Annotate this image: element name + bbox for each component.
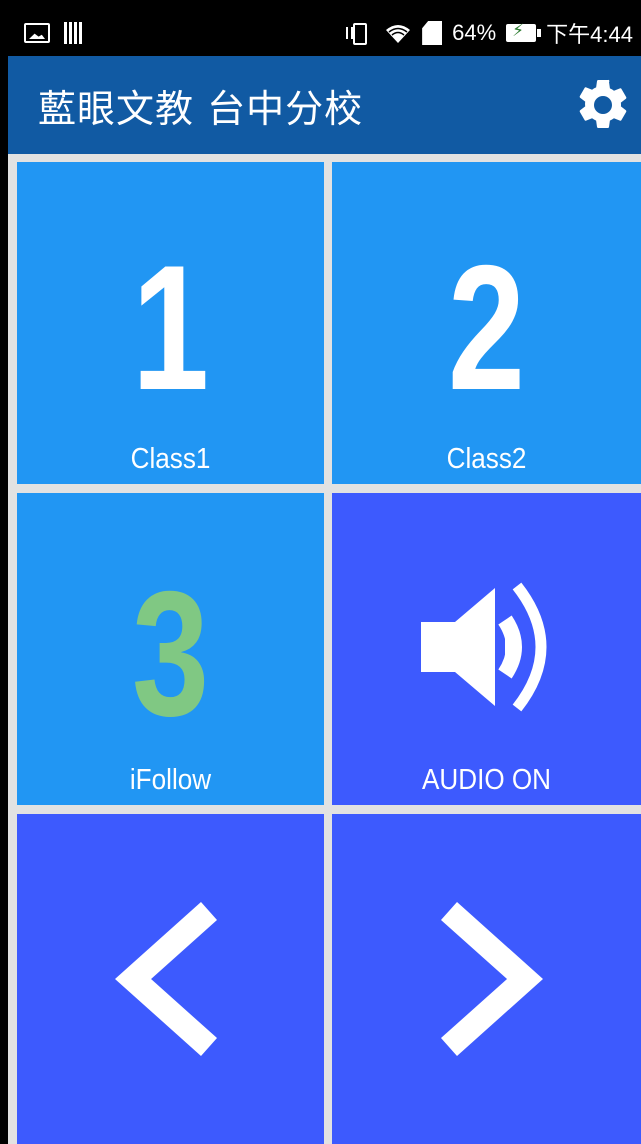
- tile-class1[interactable]: 1 Class1: [17, 162, 324, 484]
- app-bar: 藍眼文教 台中分校: [8, 56, 641, 154]
- screen: 64% 下午4:44 藍眼文教 台中分校 1 Class1 2 Class2 3…: [0, 0, 641, 1144]
- tile-previous[interactable]: [17, 814, 324, 1144]
- app-title: 藍眼文教 台中分校: [38, 86, 364, 131]
- chevron-left-icon: [114, 902, 217, 1056]
- tile-number: 2: [447, 228, 526, 427]
- sd-card-icon: [422, 21, 443, 45]
- tile-number: 3: [131, 554, 210, 753]
- tile-grid: 1 Class1 2 Class2 3 iFollow AUDIO ON: [8, 154, 641, 1144]
- image-icon: [24, 23, 50, 43]
- battery-charging-icon: [506, 21, 542, 42]
- tile-next[interactable]: [332, 814, 641, 1144]
- tile-class2[interactable]: 2 Class2: [332, 162, 641, 484]
- tile-label: Class2: [446, 443, 527, 475]
- speaker-volume-icon: [420, 582, 546, 712]
- tile-number: 1: [131, 228, 210, 427]
- tile-label: AUDIO ON: [421, 764, 552, 796]
- clock: 下午4:44: [546, 22, 633, 47]
- tile-label: iFollow: [129, 764, 212, 796]
- battery-percent: 64%: [452, 20, 497, 45]
- status-bar: 64% 下午4:44: [8, 10, 641, 56]
- chevron-right-icon: [440, 902, 543, 1056]
- tile-ifollow[interactable]: 3 iFollow: [17, 493, 324, 805]
- vibrate-icon: [344, 22, 374, 45]
- barcode-icon: [64, 22, 84, 44]
- tile-label: Class1: [130, 443, 211, 475]
- tile-audio[interactable]: AUDIO ON: [332, 493, 641, 805]
- wifi-icon: [386, 25, 411, 43]
- gear-icon[interactable]: [573, 75, 633, 135]
